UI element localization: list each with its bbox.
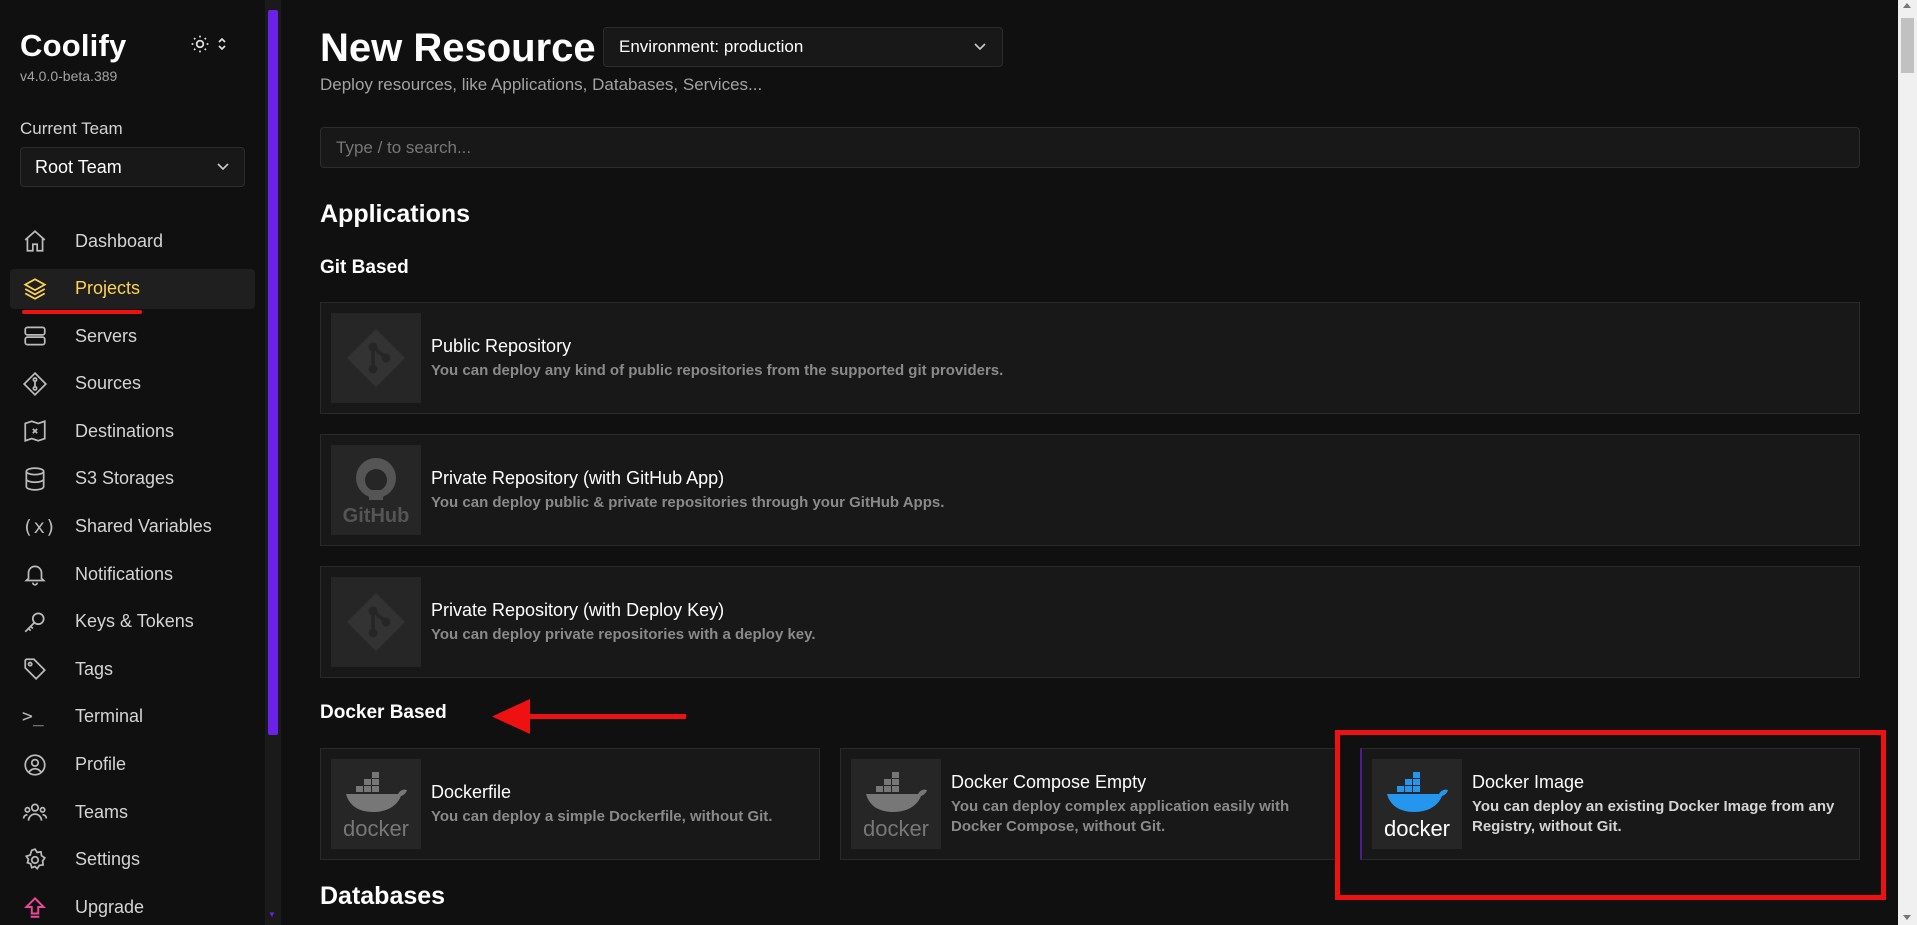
sidebar-item-keys-tokens[interactable]: Keys & Tokens	[10, 602, 255, 642]
sidebar-scrollbar-thumb[interactable]	[268, 10, 278, 735]
annotation-highlight-box	[1335, 730, 1886, 900]
sidebar-item-label: Servers	[75, 325, 138, 346]
destination-icon	[22, 419, 52, 443]
sidebar-item-label: Settings	[75, 849, 141, 870]
sidebar-item-servers[interactable]: Servers	[10, 316, 255, 356]
team-select-value: Root Team	[35, 156, 122, 177]
card-private-repository-github-app[interactable]: GitHub Private Repository (with GitHub A…	[320, 434, 1860, 546]
layers-icon	[22, 277, 52, 301]
git-icon	[22, 371, 52, 396]
sidebar: Coolify v4.0.0-beta.389 Current Team Roo…	[0, 0, 265, 925]
sidebar-item-label: Shared Variables	[75, 516, 212, 537]
svg-text:docker: docker	[863, 816, 929, 841]
sidebar-item-label: S3 Storages	[75, 468, 175, 489]
sidebar-item-terminal[interactable]: >_ Terminal	[10, 697, 255, 737]
upgrade-icon	[22, 895, 52, 919]
sidebar-item-shared-variables[interactable]: (x) Shared Variables	[10, 507, 255, 547]
sidebar-item-settings[interactable]: Settings	[10, 840, 255, 880]
card-description: You can deploy any kind of public reposi…	[431, 361, 1004, 379]
card-description: You can deploy public & private reposito…	[431, 493, 945, 511]
sidebar-item-destinations[interactable]: Destinations	[10, 411, 255, 451]
card-title: Private Repository (with GitHub App)	[431, 467, 725, 488]
variable-icon: (x)	[22, 515, 57, 538]
sidebar-item-s3-storages[interactable]: S3 Storages	[10, 459, 255, 499]
card-dockerfile[interactable]: docker Dockerfile You can deploy a simpl…	[320, 748, 820, 860]
card-title: Dockerfile	[431, 781, 512, 802]
annotation-underline	[22, 309, 142, 314]
annotation-arrow-icon	[492, 699, 686, 734]
svg-text:docker: docker	[343, 816, 409, 841]
sidebar-item-label: Notifications	[75, 563, 174, 584]
app-version: v4.0.0-beta.389	[20, 68, 118, 84]
sidebar-item-label: Projects	[75, 278, 141, 299]
page-subtitle: Deploy resources, like Applications, Dat…	[320, 75, 763, 94]
users-icon	[22, 800, 52, 824]
svg-text:GitHub: GitHub	[343, 505, 410, 527]
scroll-down-icon[interactable]	[1903, 915, 1911, 920]
card-title: Public Repository	[431, 335, 572, 356]
card-private-repository-deploy-key[interactable]: Private Repository (with Deploy Key) You…	[320, 566, 1860, 678]
sidebar-nav: Dashboard Projects Servers Sources Desti…	[10, 221, 255, 925]
theme-toggle[interactable]	[190, 32, 238, 56]
page-scrollbar-thumb[interactable]	[1901, 18, 1914, 73]
sidebar-item-tags[interactable]: Tags	[10, 649, 255, 689]
page-title: New Resource	[320, 26, 596, 70]
home-icon	[22, 229, 52, 253]
docker-logo-icon: docker	[851, 759, 941, 849]
terminal-icon: >_	[22, 706, 44, 728]
card-description: You can deploy a simple Dockerfile, with…	[431, 807, 773, 825]
sidebar-item-upgrade[interactable]: Upgrade	[10, 887, 255, 925]
sidebar-item-label: Keys & Tokens	[75, 611, 194, 632]
environment-select-value: Environment: production	[619, 37, 804, 56]
git-logo-icon	[331, 577, 421, 667]
key-icon	[22, 610, 52, 634]
card-description: You can deploy private repositories with…	[431, 625, 816, 643]
docker-logo-icon: docker	[331, 759, 421, 849]
sidebar-item-dashboard[interactable]: Dashboard	[10, 221, 255, 261]
sidebar-item-label: Dashboard	[75, 230, 164, 251]
environment-select[interactable]: Environment: production	[603, 27, 1003, 67]
sidebar-item-profile[interactable]: Profile	[10, 745, 255, 785]
scroll-down-icon[interactable]: ▼	[268, 910, 276, 919]
chevron-down-icon	[217, 163, 229, 171]
sun-icon	[191, 35, 209, 53]
section-git-based: Git Based	[320, 257, 409, 278]
app-name[interactable]: Coolify	[20, 28, 126, 64]
card-public-repository[interactable]: Public Repository You can deploy any kin…	[320, 302, 1860, 414]
server-icon	[22, 324, 52, 348]
search-input[interactable]	[320, 127, 1860, 168]
chevron-down-icon	[974, 43, 986, 51]
card-docker-compose-empty[interactable]: docker Docker Compose Empty You can depl…	[840, 748, 1340, 860]
team-select[interactable]: Root Team	[20, 147, 245, 187]
git-logo-icon	[331, 313, 421, 403]
github-logo-icon: GitHub	[331, 445, 421, 535]
scroll-up-icon[interactable]	[1903, 3, 1911, 8]
gear-icon	[22, 847, 52, 872]
sidebar-item-label: Teams	[75, 801, 129, 822]
card-title: Private Repository (with Deploy Key)	[431, 599, 725, 620]
section-databases: Databases	[320, 882, 446, 910]
sidebar-item-label: Upgrade	[75, 896, 145, 917]
sidebar-item-sources[interactable]: Sources	[10, 364, 255, 404]
sidebar-item-label: Sources	[75, 373, 142, 394]
current-team-label: Current Team	[20, 119, 123, 138]
sidebar-item-projects[interactable]: Projects	[10, 268, 255, 314]
sidebar-item-label: Tags	[75, 658, 114, 679]
sidebar-item-label: Destinations	[75, 420, 175, 441]
sidebar-item-notifications[interactable]: Notifications	[10, 554, 255, 594]
sidebar-item-label: Profile	[75, 754, 127, 775]
tag-icon	[22, 657, 52, 681]
chevron-updown-icon	[218, 37, 226, 51]
sidebar-item-teams[interactable]: Teams	[10, 792, 255, 832]
card-title: Docker Compose Empty	[951, 771, 1147, 792]
bell-icon	[22, 562, 52, 586]
database-icon	[22, 467, 52, 491]
user-icon	[22, 753, 52, 777]
section-docker-based: Docker Based	[320, 702, 447, 723]
page-scrollbar[interactable]	[1898, 0, 1917, 925]
card-description: You can deploy complex application easil…	[951, 797, 1290, 835]
section-applications: Applications	[320, 200, 471, 228]
sidebar-item-label: Terminal	[75, 706, 144, 727]
